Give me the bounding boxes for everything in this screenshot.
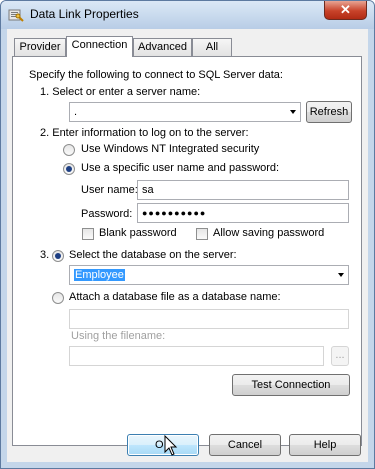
tab-connection[interactable]: Connection [66, 36, 133, 57]
connection-tab-panel: Specify the following to connect to SQL … [12, 56, 362, 446]
database-combobox[interactable]: Employee [69, 265, 349, 285]
chevron-down-icon[interactable] [290, 110, 296, 114]
step1-label: 1. Select or enter a server name: [40, 86, 201, 98]
tab-advanced[interactable]: Advanced [133, 38, 192, 56]
database-value: Employee [74, 269, 125, 281]
blank-password-label[interactable]: Blank password [99, 227, 177, 239]
filename-input[interactable] [69, 346, 324, 366]
tab-provider[interactable]: Provider [14, 38, 66, 56]
nt-security-label[interactable]: Use Windows NT Integrated security [81, 143, 259, 155]
test-connection-button[interactable]: Test Connection [232, 374, 350, 396]
tab-all[interactable]: All [192, 38, 232, 56]
server-name-value: . [74, 106, 78, 118]
window-title: Data Link Properties [30, 7, 139, 21]
ok-button[interactable]: OK [127, 434, 199, 456]
username-input[interactable]: sa [137, 180, 349, 200]
close-button[interactable]: ✕ [324, 1, 367, 20]
mouse-pointer-icon [164, 435, 178, 456]
password-input[interactable]: ●●●●●●●●●● [137, 203, 349, 223]
filename-label: Using the filename: [71, 330, 166, 342]
step3-label: 3. [40, 249, 50, 261]
data-link-app-icon [8, 9, 24, 22]
attach-database-radio[interactable] [52, 292, 64, 304]
server-name-combobox[interactable]: . [69, 102, 301, 122]
browse-button[interactable]: ... [331, 346, 349, 366]
chevron-down-icon[interactable] [338, 273, 344, 277]
attach-database-name-input[interactable] [69, 309, 349, 329]
dialog-window: Data Link Properties ✕ Provider Connecti… [0, 0, 375, 469]
select-database-radio[interactable] [52, 250, 64, 262]
dialog-client-area: Provider Connection Advanced All Specify… [7, 29, 368, 462]
allow-saving-password-checkbox[interactable] [196, 228, 208, 240]
select-database-label[interactable]: Select the database on the server: [69, 249, 237, 261]
help-button[interactable]: Help [289, 434, 361, 456]
blank-password-checkbox[interactable] [82, 228, 94, 240]
attach-database-label[interactable]: Attach a database file as a database nam… [69, 291, 281, 303]
username-label: User name: [81, 184, 138, 196]
specific-user-radio[interactable] [63, 163, 75, 175]
password-label: Password: [81, 208, 133, 220]
intro-text: Specify the following to connect to SQL … [29, 69, 283, 81]
cancel-button[interactable]: Cancel [209, 434, 281, 456]
refresh-button[interactable]: Refresh [306, 101, 352, 123]
title-bar[interactable]: Data Link Properties ✕ [1, 1, 374, 29]
step2-label: 2. Enter information to log on to the se… [40, 127, 249, 139]
specific-user-label[interactable]: Use a specific user name and password: [81, 162, 279, 174]
nt-security-radio[interactable] [63, 144, 75, 156]
allow-saving-password-label[interactable]: Allow saving password [213, 227, 324, 239]
